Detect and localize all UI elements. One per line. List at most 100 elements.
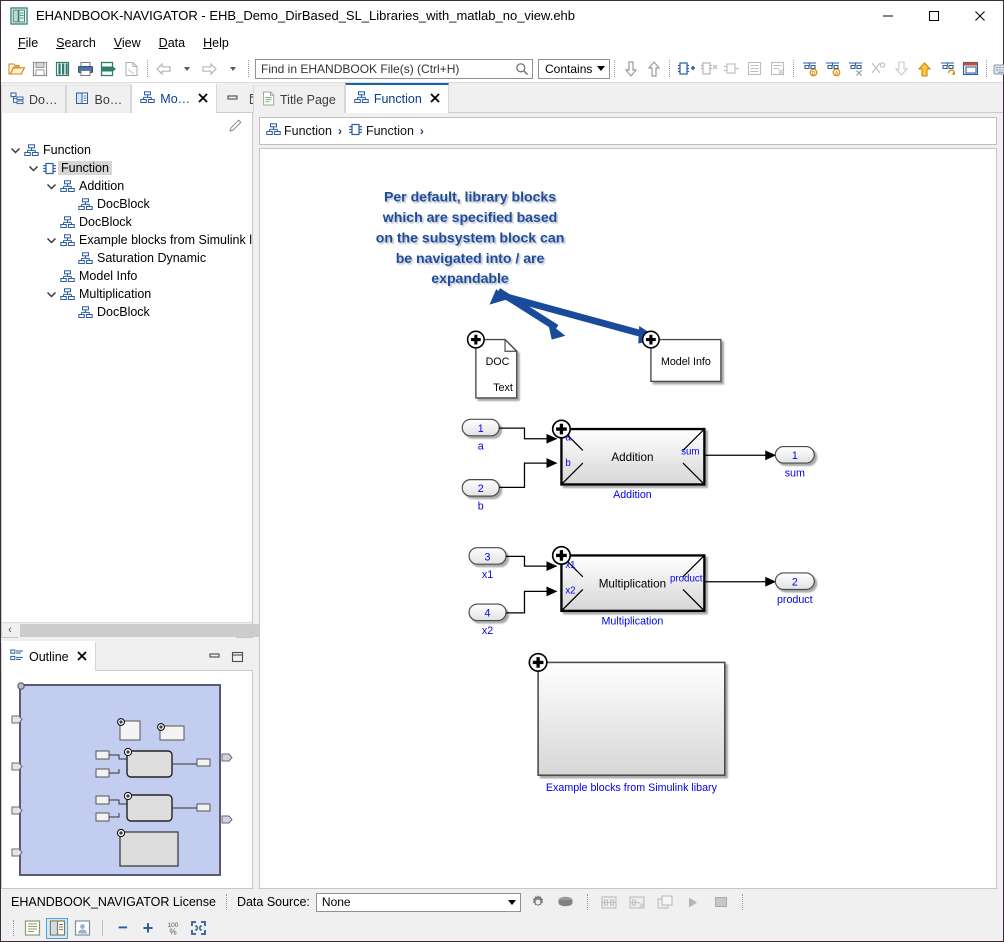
addition-subsystem-block[interactable]: Addition a b sum: [553, 420, 705, 484]
menu-view[interactable]: View: [105, 34, 150, 52]
maximize-panel-icon[interactable]: [231, 651, 244, 666]
tree-item-model-info[interactable]: Model Info: [2, 267, 252, 285]
tab-model-close-icon[interactable]: [198, 92, 208, 106]
doc-block-icon[interactable]: D: [799, 58, 820, 79]
model-tree[interactable]: FunctionFunctionAdditionDocBlockDocBlock…: [2, 139, 252, 622]
expand-plus-badge[interactable]: [553, 547, 571, 565]
menu-data[interactable]: Data: [150, 34, 194, 52]
annotate-block-icon[interactable]: A: [822, 58, 843, 79]
delete-block-icon[interactable]: [845, 58, 866, 79]
zoom-out-button[interactable]: −: [112, 918, 134, 939]
print-icon[interactable]: [75, 58, 96, 79]
keyboard-icon[interactable]: [992, 58, 1004, 79]
menu-help[interactable]: Help: [194, 34, 238, 52]
move-down-icon[interactable]: [620, 58, 641, 79]
tab-title-page[interactable]: Title Page: [253, 85, 345, 113]
tab-outline-close-icon[interactable]: [77, 650, 87, 664]
zoom-reset-button[interactable]: 100%: [162, 918, 184, 939]
scroll-track[interactable]: [18, 623, 236, 638]
chevron-down-icon[interactable]: [44, 181, 58, 192]
match-mode-dropdown[interactable]: Contains: [538, 59, 610, 79]
tree-item-function[interactable]: Function: [2, 159, 252, 177]
inport-x1[interactable]: 3 x1: [469, 548, 506, 581]
expand-plus-badge[interactable]: [553, 420, 571, 438]
search-input[interactable]: Find in EHANDBOOK File(s) (Ctrl+H): [255, 59, 533, 79]
license-label: EHANDBOOK_NAVIGATOR License: [11, 895, 216, 909]
portrait-view-icon[interactable]: [71, 918, 93, 939]
tree-item-multiplication[interactable]: Multiplication: [2, 285, 252, 303]
expand-plus-badge[interactable]: [529, 654, 547, 672]
chevron-down-icon[interactable]: [44, 289, 58, 300]
library-block[interactable]: Example blocks from Simulink libary: [529, 654, 724, 794]
tree-item-function[interactable]: Function: [2, 141, 252, 159]
tree-item-docblock[interactable]: DocBlock: [2, 213, 252, 231]
data-source-dropdown[interactable]: None: [316, 893, 521, 912]
open-folder-icon[interactable]: [6, 58, 27, 79]
tree-item-addition[interactable]: Addition: [2, 177, 252, 195]
refresh-block-icon[interactable]: [937, 58, 958, 79]
single-view-icon[interactable]: [21, 918, 43, 939]
outline-thumbnail[interactable]: [1, 671, 253, 889]
tab-model[interactable]: Mo…: [131, 83, 217, 113]
menu-search[interactable]: Search: [47, 34, 105, 52]
tab-function-label: Function: [374, 92, 422, 106]
layout-icon[interactable]: [960, 58, 981, 79]
expand-plus-badge[interactable]: [643, 331, 660, 348]
model-info-block-label: Model Info: [661, 356, 711, 368]
inport-x1-number: 3: [485, 551, 491, 563]
chevron-down-icon[interactable]: [504, 900, 520, 905]
tree-item-docblock[interactable]: DocBlock: [2, 195, 252, 213]
tab-function[interactable]: Function: [345, 83, 449, 113]
tree-item-docblock[interactable]: DocBlock: [2, 303, 252, 321]
tab-outline[interactable]: Outline: [1, 641, 96, 671]
breadcrumb[interactable]: Function › Function ›: [259, 117, 997, 145]
close-button[interactable]: [957, 1, 1003, 31]
expand-plus-badge[interactable]: [468, 331, 485, 348]
menu-file[interactable]: File: [9, 34, 47, 52]
inport-b[interactable]: 2 b: [462, 480, 499, 513]
inport-a[interactable]: 1 a: [462, 419, 499, 452]
save-icon[interactable]: [29, 58, 50, 79]
maximize-button[interactable]: [911, 1, 957, 31]
model-info-block[interactable]: Model Info: [643, 331, 721, 381]
export-icon[interactable]: [98, 58, 119, 79]
gear-icon[interactable]: [527, 892, 549, 913]
zoom-in-button[interactable]: +: [137, 918, 159, 939]
measure-compare-icon: [654, 892, 676, 913]
tree-item-saturation-dynamic[interactable]: Saturation Dynamic: [2, 249, 252, 267]
multiplication-subsystem-block[interactable]: Multiplication x1 x2 product: [553, 547, 705, 611]
scroll-left-arrow[interactable]: ‹: [2, 624, 18, 636]
inport-x2[interactable]: 4 x2: [469, 604, 506, 637]
outport-sum[interactable]: 1 sum: [775, 447, 814, 480]
database-icon[interactable]: [555, 892, 577, 913]
add-block-icon[interactable]: [675, 58, 696, 79]
split-view-icon[interactable]: [46, 918, 68, 939]
model-tree-icon: [58, 216, 76, 229]
minimize-panel-icon[interactable]: [226, 94, 239, 108]
model-canvas[interactable]: Per default, library blocks which are sp…: [259, 148, 997, 889]
search-icon[interactable]: [512, 62, 532, 76]
model-diagram[interactable]: Per default, library blocks which are sp…: [260, 149, 996, 888]
tab-function-close-icon[interactable]: [430, 92, 440, 106]
tab-bookmarks[interactable]: Bo…: [66, 85, 131, 113]
outline-thumbnail-canvas[interactable]: [2, 671, 252, 883]
tree-horizontal-scrollbar[interactable]: ‹ ›: [2, 622, 252, 637]
expand-up-icon[interactable]: [914, 58, 935, 79]
tab-documents[interactable]: Do…: [1, 85, 66, 113]
minimize-button[interactable]: [865, 1, 911, 31]
chevron-down-icon[interactable]: [44, 235, 58, 246]
fit-to-screen-icon[interactable]: [187, 918, 209, 939]
breadcrumb-item-1[interactable]: Function: [348, 123, 414, 139]
tree-item-example-blocks-from-simulink-lib[interactable]: Example blocks from Simulink lib: [2, 231, 252, 249]
pencil-icon[interactable]: [228, 117, 244, 136]
outport-product[interactable]: 2 product: [775, 573, 814, 606]
chevron-down-icon[interactable]: [26, 163, 40, 174]
model-tree-toolbar: [2, 113, 252, 139]
minimize-panel-icon[interactable]: [208, 652, 221, 666]
breadcrumb-item-0[interactable]: Function: [266, 123, 332, 139]
doc-text-block[interactable]: DOC Text: [468, 331, 517, 398]
save-all-icon[interactable]: [52, 58, 73, 79]
move-up-icon[interactable]: [643, 58, 664, 79]
chevron-down-icon[interactable]: [8, 145, 22, 156]
document-tree-icon: [10, 92, 24, 108]
